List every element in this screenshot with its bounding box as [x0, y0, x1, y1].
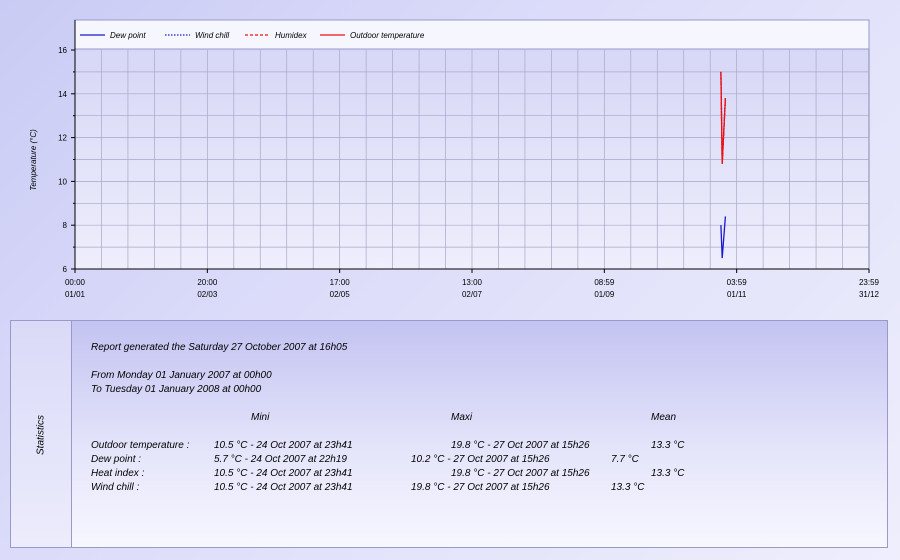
header-max: Maxi [451, 412, 473, 423]
x-tick-date-label: 01/01 [65, 290, 86, 299]
x-tick-time-label: 23:59 [859, 278, 880, 287]
y-tick-label: 8 [63, 221, 68, 230]
x-tick-time-label: 00:00 [65, 278, 86, 287]
y-axis-title: Temperature (°C) [29, 129, 38, 191]
from-date-text: From Monday 01 January 2007 at 00h00 [91, 370, 272, 381]
row-mean: 7.7 °C [611, 454, 639, 465]
row-max: 19.8 °C - 27 Oct 2007 at 15h26 [411, 482, 550, 493]
x-tick-time-label: 17:00 [330, 278, 351, 287]
statistics-side-tab: Statistics [11, 321, 72, 547]
row-mean: 13.3 °C [651, 440, 685, 451]
x-tick-time-label: 03:59 [727, 278, 748, 287]
statistics-panel: Statistics Report generated the Saturday… [10, 320, 888, 548]
header-mean: Mean [651, 412, 677, 423]
legend-label: Wind chill [195, 31, 229, 40]
x-tick-date-label: 01/09 [594, 290, 615, 299]
row-max: 10.2 °C - 27 Oct 2007 at 15h26 [411, 454, 550, 465]
legend-label: Outdoor temperature [350, 31, 425, 40]
y-tick-label: 14 [58, 90, 67, 99]
row-min: 10.5 °C - 24 Oct 2007 at 23h41 [214, 440, 353, 451]
row-min: 10.5 °C - 24 Oct 2007 at 23h41 [214, 482, 353, 493]
row-mean: 13.3 °C [651, 468, 685, 479]
y-tick-label: 16 [58, 46, 67, 55]
temperature-chart: Dew point Wind chill Humidex Outdoor temper… [29, 19, 880, 299]
x-tick-time-label: 08:59 [594, 278, 615, 287]
y-tick-label: 10 [58, 177, 67, 186]
legend-label: Humidex [275, 31, 308, 40]
row-label: Wind chill : [91, 482, 140, 493]
row-max: 19.8 °C - 27 Oct 2007 at 15h26 [451, 468, 590, 479]
y-tick-label: 12 [58, 134, 67, 143]
row-label: Dew point : [91, 454, 142, 465]
x-tick-date-label: 02/05 [330, 290, 351, 299]
x-tick-time-label: 20:00 [197, 278, 218, 287]
x-tick-date-label: 02/07 [462, 290, 483, 299]
row-mean: 13.3 °C [611, 482, 645, 493]
row-label: Outdoor temperature : [91, 440, 190, 451]
x-tick-date-label: 31/12 [859, 290, 880, 299]
x-tick-time-label: 13:00 [462, 278, 483, 287]
row-label: Heat index : [91, 468, 145, 479]
x-tick-date-label: 01/11 [727, 290, 747, 299]
row-min: 5.7 °C - 24 Oct 2007 at 22h19 [214, 454, 347, 465]
row-min: 10.5 °C - 24 Oct 2007 at 23h41 [214, 468, 353, 479]
header-min: Mini [251, 412, 270, 423]
y-tick-label: 6 [63, 265, 68, 274]
row-max: 19.8 °C - 27 Oct 2007 at 15h26 [451, 440, 590, 451]
report-generated-text: Report generated the Saturday 27 October… [91, 342, 348, 353]
to-date-text: To Tuesday 01 January 2008 at 00h00 [91, 384, 262, 395]
x-tick-date-label: 02/03 [197, 290, 218, 299]
statistics-side-label: Statistics [35, 414, 47, 456]
legend-label: Dew point [110, 31, 146, 40]
